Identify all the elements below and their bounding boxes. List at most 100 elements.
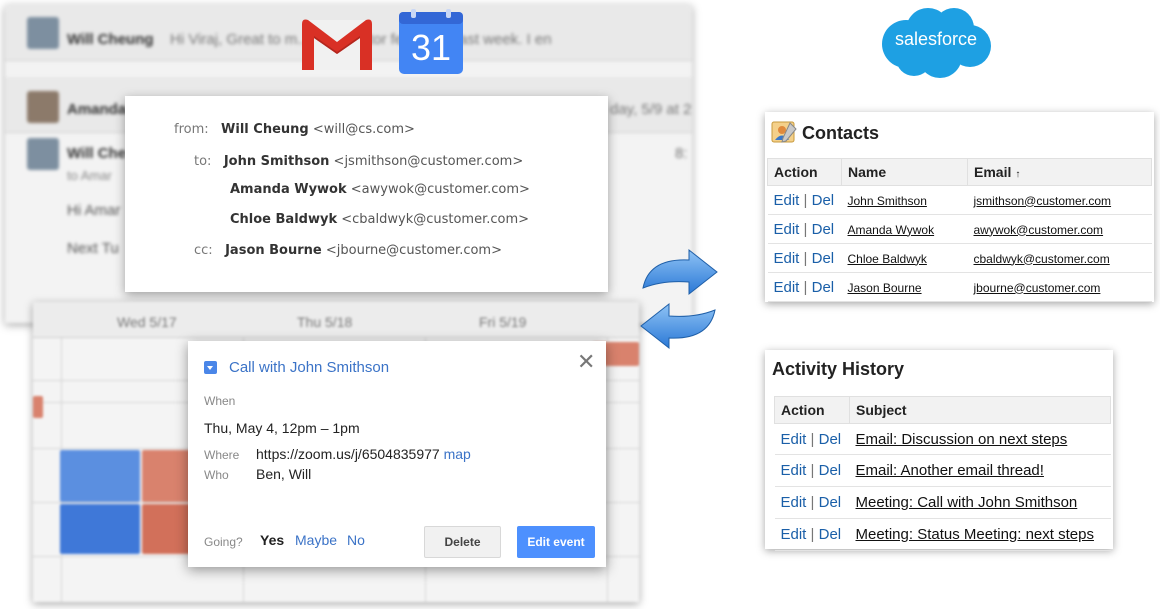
del-link[interactable]: Del — [812, 192, 835, 209]
map-link[interactable]: map — [444, 446, 471, 462]
separator: | — [803, 220, 808, 238]
edit-event-button[interactable]: Edit event — [517, 526, 595, 558]
table-row: Edit | Del Meeting: Call with John Smith… — [774, 486, 1111, 519]
dropdown-icon[interactable] — [204, 361, 217, 374]
contact-email-link[interactable]: awywok@customer.com — [974, 223, 1104, 237]
gmail-logo-icon — [302, 19, 372, 70]
column-header-name[interactable]: Name — [841, 158, 968, 186]
avatar — [27, 138, 59, 170]
event-title: Call with John Smithson — [229, 359, 390, 376]
contact-name-link[interactable]: John Smithson — [848, 194, 927, 208]
event-guests: Ben, Will — [256, 466, 312, 482]
del-link[interactable]: Del — [812, 250, 835, 267]
contacts-table: Action Name Email ↑ Edit | Del John Smith… — [767, 158, 1152, 302]
recipient-name: John Smithson — [223, 154, 330, 169]
edit-link[interactable]: Edit — [774, 279, 800, 296]
location-url: https://zoom.us/j/6504835977 — [256, 446, 440, 462]
close-icon[interactable]: ✕ — [577, 351, 595, 373]
contact-name-link[interactable]: Amanda Wywok — [848, 223, 935, 237]
edit-link[interactable]: Edit — [774, 250, 800, 267]
activity-subject-link[interactable]: Meeting: Status Meeting: next steps — [856, 526, 1094, 543]
contact-email-link[interactable]: jbourne@customer.com — [974, 281, 1101, 295]
edit-link[interactable]: Edit — [774, 221, 800, 238]
when-label: When — [204, 394, 236, 408]
recipient-email: <cbaldwyk@customer.com> — [341, 212, 530, 227]
recipient-name: Amanda Wywok — [230, 182, 347, 197]
sort-ascending-icon[interactable]: ↑ — [1015, 169, 1020, 180]
contact-email-link[interactable]: jsmithson@customer.com — [974, 194, 1112, 208]
delete-button[interactable]: Delete — [424, 526, 501, 558]
contact-name-link[interactable]: Jason Bourne — [848, 281, 922, 295]
rsvp-no[interactable]: No — [347, 532, 365, 548]
row-actions: Edit | Del — [774, 518, 850, 551]
activity-subject-link[interactable]: Meeting: Call with John Smithson — [856, 494, 1078, 511]
edit-link[interactable]: Edit — [781, 494, 807, 511]
del-link[interactable]: Del — [819, 462, 842, 479]
row-actions: Edit | Del — [774, 454, 850, 487]
column-header-subject[interactable]: Subject — [849, 396, 1111, 424]
table-row: Edit | Del Meeting: Status Meeting: next… — [774, 518, 1111, 551]
cc-name: Jason Bourne — [225, 243, 322, 258]
del-link[interactable]: Del — [812, 221, 835, 238]
separator: | — [803, 278, 808, 296]
cc-line: cc: Jason Bourne <jbourne@customer.com> — [194, 243, 502, 258]
edit-link[interactable]: Edit — [781, 431, 807, 448]
calendar-day-number: 31 — [411, 27, 451, 68]
table-header-row: Action Subject — [774, 396, 1111, 424]
avatar — [27, 91, 59, 123]
inbox-snippet: day, 5/9 at 2 — [610, 101, 692, 118]
calendar-logo-icon: 31 — [398, 9, 464, 75]
calendar-event-block — [60, 450, 140, 502]
from-name: Will Cheung — [221, 122, 309, 137]
avatar — [27, 17, 59, 49]
table-row: Edit | Del Email: Another email thread! — [774, 454, 1111, 487]
edit-link[interactable]: Edit — [774, 192, 800, 209]
edit-link[interactable]: Edit — [781, 526, 807, 543]
to-line: Chloe Baldwyk <cbaldwyk@customer.com> — [230, 212, 529, 227]
from-line: from: Will Cheung <will@cs.com> — [174, 122, 415, 137]
column-header-action: Action — [774, 396, 850, 424]
calendar-header: Wed 5/17 Thu 5/18 Fri 5/19 — [33, 302, 639, 338]
activity-subject-link[interactable]: Email: Another email thread! — [856, 462, 1044, 479]
edit-link[interactable]: Edit — [781, 462, 807, 479]
column-header-action: Action — [767, 158, 842, 186]
column-header-email[interactable]: Email ↑ — [967, 158, 1152, 186]
rsvp-yes[interactable]: Yes — [260, 532, 284, 548]
event-time: Thu, May 4, 12pm – 1pm — [204, 420, 360, 436]
inbox-time: 8: — [675, 145, 688, 162]
contact-name-link[interactable]: Chloe Baldwyk — [848, 252, 927, 266]
separator: | — [810, 494, 815, 511]
cc-label: cc: — [194, 243, 213, 258]
row-actions: Edit | Del — [767, 243, 842, 273]
email-header-card: from: Will Cheung <will@cs.com> to: John… — [125, 96, 608, 292]
salesforce-logo-text: salesforce — [894, 29, 978, 49]
del-link[interactable]: Del — [819, 431, 842, 448]
del-link[interactable]: Del — [819, 494, 842, 511]
table-row: Edit | Del Chloe Baldwyk cbaldwyk@custom… — [767, 243, 1152, 273]
calendar-day-label: Thu 5/18 — [297, 314, 353, 330]
event-detail-popup: Call with John Smithson ✕ When Thu, May … — [188, 341, 606, 567]
calendar-day-label: Wed 5/17 — [117, 314, 177, 330]
row-actions: Edit | Del — [767, 214, 842, 244]
email-header-label: Email — [974, 164, 1012, 180]
separator: | — [803, 249, 808, 267]
del-link[interactable]: Del — [819, 526, 842, 543]
calendar-day-label: Fri 5/19 — [479, 314, 527, 330]
from-email: <will@cs.com> — [312, 122, 415, 137]
rsvp-maybe[interactable]: Maybe — [295, 532, 337, 548]
row-actions: Edit | Del — [767, 185, 842, 215]
activity-history-panel: Activity History Action Subject Edit | D… — [765, 350, 1113, 551]
contact-email-link[interactable]: cbaldwyk@customer.com — [974, 252, 1110, 266]
sync-arrows-icon — [640, 248, 718, 350]
separator: | — [810, 462, 815, 479]
table-row: Edit | Del John Smithson jsmithson@custo… — [767, 185, 1152, 215]
del-link[interactable]: Del — [812, 279, 835, 296]
inbox-sender: Amanda — [67, 101, 127, 118]
separator: | — [810, 526, 815, 543]
message-line: Hi Amar — [67, 202, 121, 219]
to-line: to: John Smithson <jsmithson@customer.co… — [194, 154, 523, 169]
where-label: Where — [204, 448, 240, 462]
activity-subject-link[interactable]: Email: Discussion on next steps — [856, 431, 1068, 448]
separator: | — [803, 191, 808, 209]
to-label: to: — [194, 154, 212, 169]
